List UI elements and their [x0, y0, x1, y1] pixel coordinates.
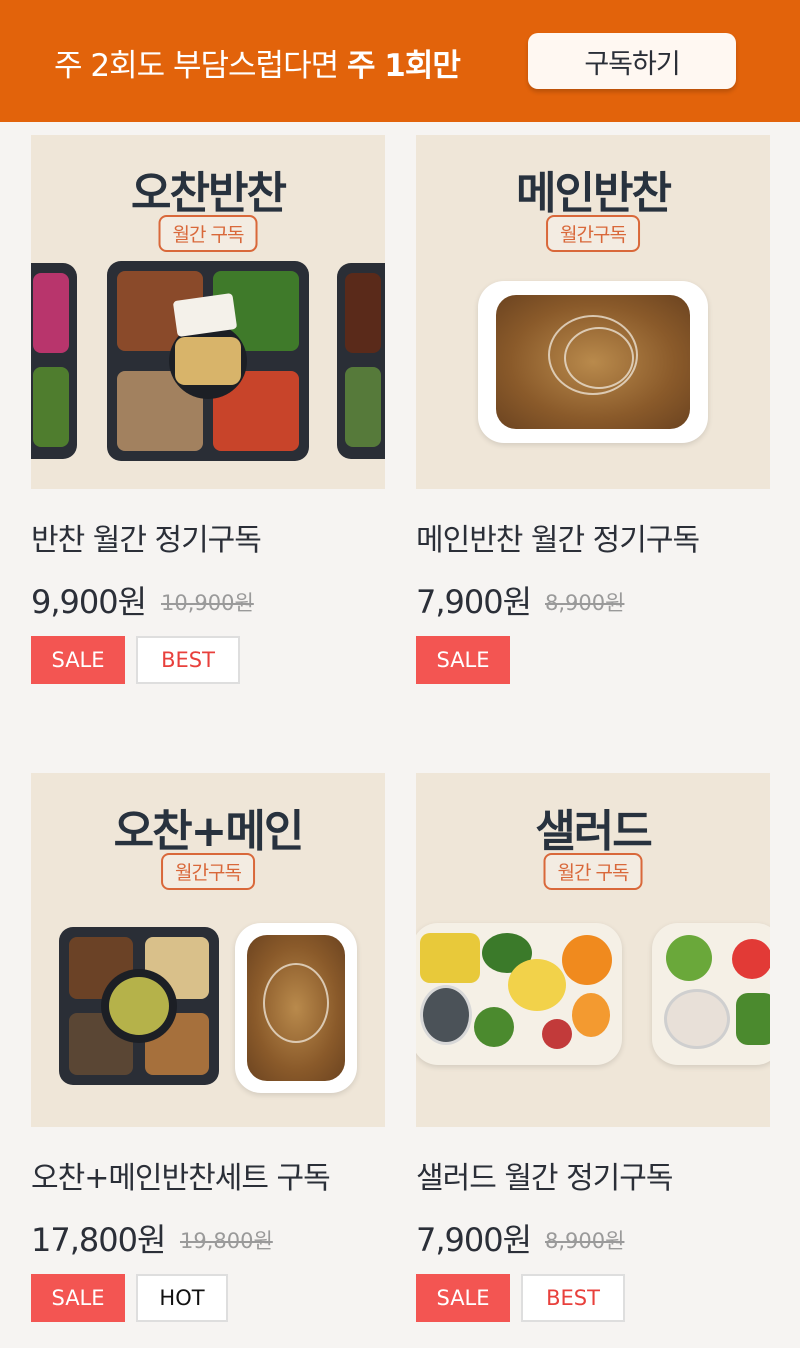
subscription-banner: 주 2회도 부담스럽다면 주 1회만 구독하기 [0, 0, 800, 122]
best-badge: BEST [136, 636, 240, 684]
product-image[interactable]: 오찬+메인 월간구독 [31, 773, 385, 1127]
side-tray-left [31, 263, 77, 459]
product-original-price: 10,900원 [161, 591, 254, 615]
product-original-price: 8,900원 [545, 1229, 625, 1253]
product-original-price: 19,800원 [180, 1229, 273, 1253]
hot-badge: HOT [136, 1274, 228, 1322]
product-name[interactable]: 샐러드 월간 정기구독 [416, 1153, 673, 1197]
product-image-tag: 월간구독 [161, 853, 255, 890]
product-image-tag: 월간 구독 [543, 853, 643, 890]
product-badges: SALE BEST [31, 636, 240, 684]
product-image-title: 오찬반찬 [131, 168, 287, 219]
sale-badge: SALE [416, 636, 510, 684]
product-card[interactable]: 샐러드 월간 구독 샐러드 월간 정기구독 7,900원 8,900원 SALE… [416, 773, 770, 1322]
product-image-tag: 월간 구독 [158, 215, 258, 252]
banner-text-prefix: 주 2회도 부담스럽다면 [54, 48, 347, 84]
product-name[interactable]: 오찬+메인반찬세트 구독 [31, 1153, 331, 1197]
product-badges: SALE HOT [31, 1274, 228, 1322]
sale-badge: SALE [31, 636, 125, 684]
sale-badge: SALE [31, 1274, 125, 1322]
salad-container [416, 923, 622, 1065]
salad-container [652, 923, 770, 1065]
side-tray-right [337, 263, 385, 459]
product-image[interactable]: 오찬반찬 월간 구독 [31, 135, 385, 489]
product-price: 17,800원 [31, 1221, 166, 1259]
product-image-title: 오찬+메인 [113, 806, 305, 857]
banner-text-bold: 주 1회만 [346, 48, 461, 84]
product-card[interactable]: 메인반찬 월간구독 메인반찬 월간 정기구독 7,900원 8,900원 SAL… [416, 135, 770, 684]
product-card[interactable]: 오찬반찬 월간 구독 반찬 월간 정기구독 9,900원 10,900원 SAL… [31, 135, 385, 684]
sale-badge: SALE [416, 1274, 510, 1322]
product-image-title: 샐러드 [535, 806, 652, 857]
product-name[interactable]: 반찬 월간 정기구독 [31, 515, 262, 559]
product-price: 7,900원 [416, 583, 532, 621]
best-badge: BEST [521, 1274, 625, 1322]
banchan-tray [59, 927, 219, 1085]
soup-container [235, 923, 357, 1093]
banchan-tray [107, 261, 309, 461]
product-price: 7,900원 [416, 1221, 532, 1259]
product-image-title: 메인반찬 [516, 168, 672, 219]
subscribe-button[interactable]: 구독하기 [528, 33, 736, 89]
product-price: 9,900원 [31, 583, 147, 621]
product-name[interactable]: 메인반찬 월간 정기구독 [416, 515, 700, 559]
product-badges: SALE [416, 636, 510, 684]
soup-container [478, 281, 708, 443]
product-image[interactable]: 샐러드 월간 구독 [416, 773, 770, 1127]
product-card[interactable]: 오찬+메인 월간구독 오찬+메인반찬세트 구독 17,800원 19,800원 … [31, 773, 385, 1322]
product-badges: SALE BEST [416, 1274, 625, 1322]
product-image[interactable]: 메인반찬 월간구독 [416, 135, 770, 489]
banner-text: 주 2회도 부담스럽다면 주 1회만 [54, 40, 461, 85]
product-original-price: 8,900원 [545, 591, 625, 615]
product-image-tag: 월간구독 [546, 215, 640, 252]
